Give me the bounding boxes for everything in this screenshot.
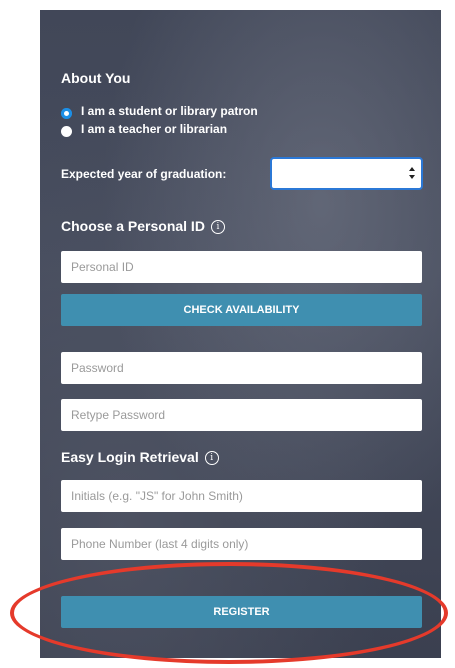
highlight-ring xyxy=(10,562,448,664)
graduation-year-select[interactable] xyxy=(270,157,423,190)
about-you-heading: About You xyxy=(61,70,131,86)
personal-id-heading-text: Choose a Personal ID xyxy=(61,218,205,234)
password-input[interactable]: Password xyxy=(61,352,422,384)
graduation-year-label: Expected year of graduation: xyxy=(61,167,227,181)
teacher-radio-label[interactable]: I am a teacher or librarian xyxy=(81,122,227,136)
easy-login-retrieval-heading: Easy Login Retrieval i xyxy=(61,449,219,466)
student-radio-label[interactable]: I am a student or library patron xyxy=(81,104,258,118)
teacher-radio[interactable] xyxy=(61,126,72,137)
select-arrows-icon xyxy=(409,167,415,179)
info-icon[interactable]: i xyxy=(210,220,225,235)
info-icon[interactable]: i xyxy=(204,451,219,466)
personal-id-input[interactable]: Personal ID xyxy=(61,251,422,283)
easy-login-retrieval-heading-text: Easy Login Retrieval xyxy=(61,449,199,465)
retype-password-input[interactable]: Retype Password xyxy=(61,399,422,431)
personal-id-heading: Choose a Personal ID i xyxy=(61,218,225,235)
check-availability-button[interactable]: CHECK AVAILABILITY xyxy=(61,294,422,326)
phone-number-input[interactable]: Phone Number (last 4 digits only) xyxy=(61,528,422,560)
initials-input[interactable]: Initials (e.g. "JS" for John Smith) xyxy=(61,480,422,512)
student-radio[interactable] xyxy=(61,108,72,119)
